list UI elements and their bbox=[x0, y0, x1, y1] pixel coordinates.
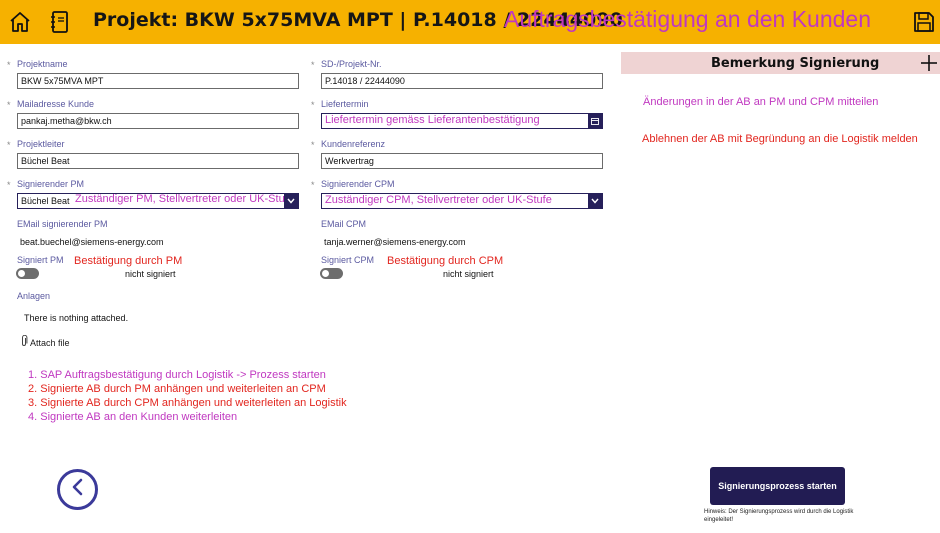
field-email-pm: EMail signierender PM bbox=[17, 219, 299, 229]
signiert-pm-hint: Bestätigung durch PM bbox=[74, 255, 183, 267]
page-subtitle: Auftragsbestätigung an den Kunden bbox=[504, 6, 872, 32]
email-cpm-value: tanja.werner@siemens-energy.com bbox=[324, 237, 466, 247]
signiert-pm-toggle[interactable] bbox=[16, 268, 39, 279]
sd-nr-input[interactable]: P.14018 / 22444090 bbox=[321, 73, 603, 89]
field-email-cpm: EMail CPM bbox=[321, 219, 603, 229]
field-signierender-cpm: * Signierender CPM Zuständiger CPM, Stel… bbox=[311, 179, 603, 209]
field-projektleiter: * Projektleiter Büchel Beat bbox=[7, 139, 299, 169]
required-marker: * bbox=[7, 140, 11, 150]
calendar-icon[interactable] bbox=[588, 114, 602, 128]
toggle-knob bbox=[18, 270, 25, 277]
remark-note-2: Ablehnen der AB mit Begründung an die Lo… bbox=[642, 133, 918, 145]
chevron-down-icon[interactable] bbox=[588, 194, 602, 208]
field-label: Projektname bbox=[17, 59, 68, 69]
signiert-pm-status: nicht signiert bbox=[125, 269, 176, 279]
mail-kunde-input[interactable]: pankaj.metha@bkw.ch bbox=[17, 113, 299, 129]
step-item: 1. SAP Auftragsbestätigung durch Logisti… bbox=[28, 369, 326, 381]
projektleiter-input[interactable]: Büchel Beat bbox=[17, 153, 299, 169]
signiert-cpm-hint: Bestätigung durch CPM bbox=[387, 255, 504, 267]
step-item: 3. Signierte AB durch CPM anhängen und w… bbox=[28, 397, 347, 409]
field-label: EMail signierender PM bbox=[17, 219, 108, 229]
signierender-pm-dropdown[interactable]: Büchel Beat Zuständiger PM, Stellvertret… bbox=[17, 193, 299, 209]
field-label: EMail CPM bbox=[321, 219, 367, 229]
liefertermin-datepicker[interactable]: Liefertermin gemäss Lieferantenbestätigu… bbox=[321, 113, 603, 129]
remarks-panel-title: Bemerkung Signierung bbox=[711, 56, 880, 71]
field-sd-nr: * SD-/Projekt-Nr. P.14018 / 22444090 bbox=[311, 59, 603, 89]
field-label: Signierender PM bbox=[17, 179, 85, 189]
back-button[interactable] bbox=[57, 469, 98, 510]
start-signing-button[interactable]: Signierungsprozess starten bbox=[710, 467, 845, 505]
notebook-icon[interactable] bbox=[46, 8, 74, 36]
paperclip-icon bbox=[20, 334, 28, 352]
signierender-pm-value: Büchel Beat bbox=[21, 196, 70, 206]
field-label: Signierender CPM bbox=[321, 179, 395, 189]
chevron-left-icon bbox=[70, 478, 86, 501]
required-marker: * bbox=[311, 140, 315, 150]
field-label: Kundenreferenz bbox=[321, 139, 386, 149]
field-signierender-pm: * Signierender PM Büchel Beat Zuständige… bbox=[7, 179, 299, 209]
signiert-cpm-status: nicht signiert bbox=[443, 269, 494, 279]
footer-hint: Hinweis: Der Signierungsprozess wird dur… bbox=[704, 509, 854, 523]
process-steps: 1. SAP Auftragsbestätigung durch Logisti… bbox=[28, 368, 347, 424]
attach-file-label: Attach file bbox=[30, 338, 70, 348]
toggle-knob bbox=[322, 270, 329, 277]
field-projektname: * Projektname BKW 5x75MVA MPT bbox=[7, 59, 299, 89]
required-marker: * bbox=[7, 60, 11, 70]
projektname-input[interactable]: BKW 5x75MVA MPT bbox=[17, 73, 299, 89]
signiert-cpm-toggle[interactable] bbox=[320, 268, 343, 279]
signierender-pm-hint: Zuständiger PM, Stellvertreter oder UK-S… bbox=[75, 193, 294, 205]
field-mail-kunde: * Mailadresse Kunde pankaj.metha@bkw.ch bbox=[7, 99, 299, 129]
field-label: Mailadresse Kunde bbox=[17, 99, 95, 109]
field-label: Projektleiter bbox=[17, 139, 65, 149]
field-liefertermin: * Liefertermin Liefertermin gemäss Liefe… bbox=[311, 99, 603, 129]
required-marker: * bbox=[311, 180, 315, 190]
remarks-panel-header: Bemerkung Signierung bbox=[621, 52, 940, 74]
plus-icon[interactable] bbox=[919, 53, 939, 73]
save-icon[interactable] bbox=[910, 8, 938, 36]
field-kundenreferenz: * Kundenreferenz Werkvertrag bbox=[311, 139, 603, 169]
required-marker: * bbox=[7, 180, 11, 190]
field-label: Liefertermin bbox=[321, 99, 369, 109]
field-label: Anlagen bbox=[17, 291, 51, 301]
attach-file-button[interactable]: Attach file bbox=[20, 334, 70, 352]
home-icon[interactable] bbox=[6, 8, 34, 36]
remark-note-1: Änderungen in der AB an PM und CPM mitte… bbox=[643, 96, 879, 108]
signierender-cpm-dropdown[interactable]: Zuständiger CPM, Stellvertreter oder UK-… bbox=[321, 193, 603, 209]
top-bar: Projekt: BKW 5x75MVA MPT | P.14018 / 224… bbox=[0, 0, 940, 44]
email-pm-value: beat.buechel@siemens-energy.com bbox=[20, 237, 164, 247]
step-item: 4. Signierte AB an den Kunden weiterleit… bbox=[28, 411, 238, 423]
required-marker: * bbox=[311, 60, 315, 70]
kundenreferenz-input[interactable]: Werkvertrag bbox=[321, 153, 603, 169]
attachments-empty-text: There is nothing attached. bbox=[24, 313, 129, 323]
required-marker: * bbox=[311, 100, 315, 110]
required-marker: * bbox=[7, 100, 11, 110]
field-label: SD-/Projekt-Nr. bbox=[321, 59, 382, 69]
chevron-down-icon[interactable] bbox=[284, 194, 298, 208]
field-anlagen: Anlagen bbox=[17, 291, 299, 301]
signierender-cpm-value: Zuständiger CPM, Stellvertreter oder UK-… bbox=[325, 194, 552, 206]
step-item: 2. Signierte AB durch PM anhängen und we… bbox=[28, 383, 326, 395]
liefertermin-value: Liefertermin gemäss Lieferantenbestätigu… bbox=[325, 114, 540, 126]
